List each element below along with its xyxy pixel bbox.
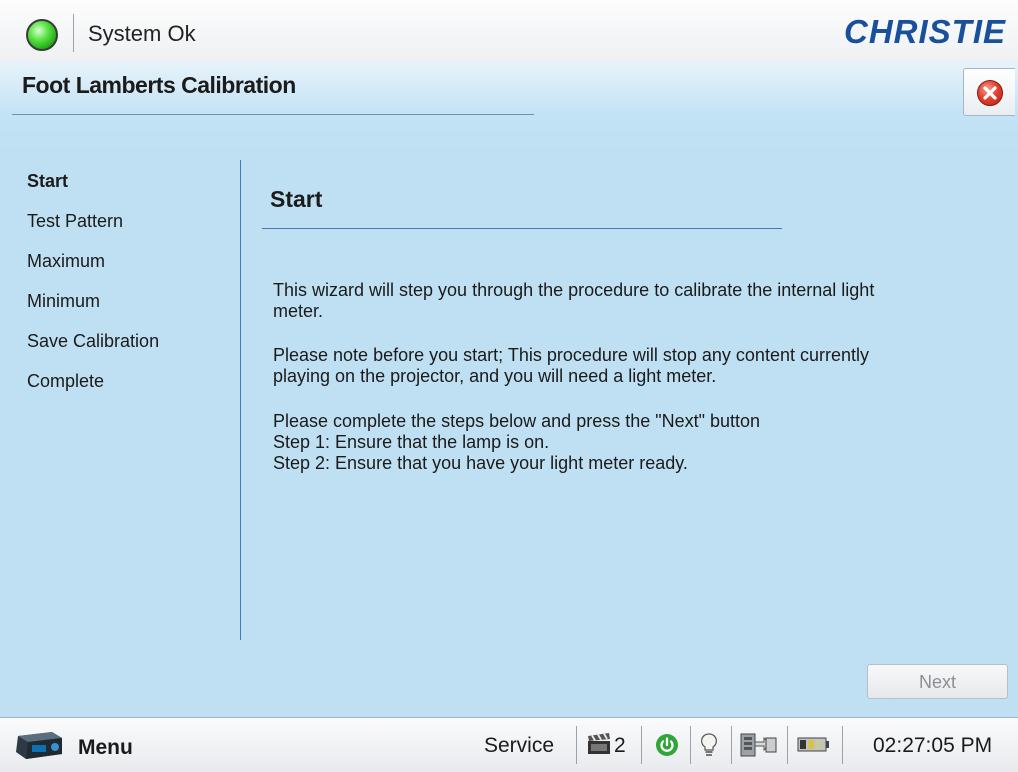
menu-label: Menu: [78, 736, 133, 759]
divider: [842, 726, 843, 764]
step-save-calibration[interactable]: Save Calibration: [27, 330, 227, 370]
section-title: Start: [270, 186, 323, 212]
text-line: Please complete the steps below and pres…: [273, 411, 761, 431]
projector-icon: [16, 732, 62, 759]
nav-divider: [240, 160, 241, 640]
warning-paragraph: Please note before you start; This proce…: [273, 345, 993, 387]
bottom-taskbar: Menu Service 2 02:27:05 PM: [0, 717, 1018, 772]
text-line: This wizard will step you through the pr…: [273, 280, 875, 300]
divider: [787, 726, 788, 764]
clapperboard-count: 2: [614, 734, 626, 757]
divider: [576, 726, 577, 764]
step-minimum[interactable]: Minimum: [27, 290, 227, 330]
wizard-step-nav: Start Test Pattern Maximum Minimum Save …: [27, 170, 227, 410]
close-button[interactable]: [963, 68, 1015, 116]
page-title: Foot Lamberts Calibration: [22, 72, 296, 98]
section-underline: [262, 228, 782, 229]
menu-button[interactable]: Menu: [12, 726, 162, 766]
intro-paragraph: This wizard will step you through the pr…: [273, 280, 993, 322]
text-line: Step 2: Ensure that you have your light …: [273, 453, 688, 473]
close-icon: [977, 80, 1003, 106]
battery-icon[interactable]: [796, 732, 830, 756]
divider: [731, 726, 732, 764]
divider: [690, 726, 691, 764]
top-status-bar: System Ok CHRISTIE: [0, 0, 1018, 63]
clock: 02:27:05 PM: [873, 734, 993, 757]
text-line: Please note before you start; This proce…: [273, 345, 869, 365]
network-icon[interactable]: [738, 730, 778, 760]
next-button[interactable]: Next: [867, 664, 1008, 699]
clapperboard-icon[interactable]: [586, 732, 612, 756]
power-icon[interactable]: [655, 733, 679, 757]
step-test-pattern[interactable]: Test Pattern: [27, 210, 227, 250]
title-underline: [12, 114, 534, 115]
step-maximum[interactable]: Maximum: [27, 250, 227, 290]
step-start[interactable]: Start: [27, 170, 227, 210]
system-status-text: System Ok: [88, 21, 196, 46]
step-complete[interactable]: Complete: [27, 370, 227, 410]
text-line: Step 1: Ensure that the lamp is on.: [273, 432, 550, 452]
service-label[interactable]: Service: [484, 734, 554, 758]
divider: [641, 726, 642, 764]
brand-logo: CHRISTIE: [843, 13, 1006, 50]
lightbulb-icon[interactable]: [700, 732, 718, 758]
status-light-icon: [26, 19, 58, 51]
instructions-paragraph: Please complete the steps below and pres…: [273, 411, 993, 474]
text-line: meter.: [273, 301, 324, 321]
text-line: playing on the projector, and you will n…: [273, 366, 717, 386]
divider: [73, 14, 74, 52]
